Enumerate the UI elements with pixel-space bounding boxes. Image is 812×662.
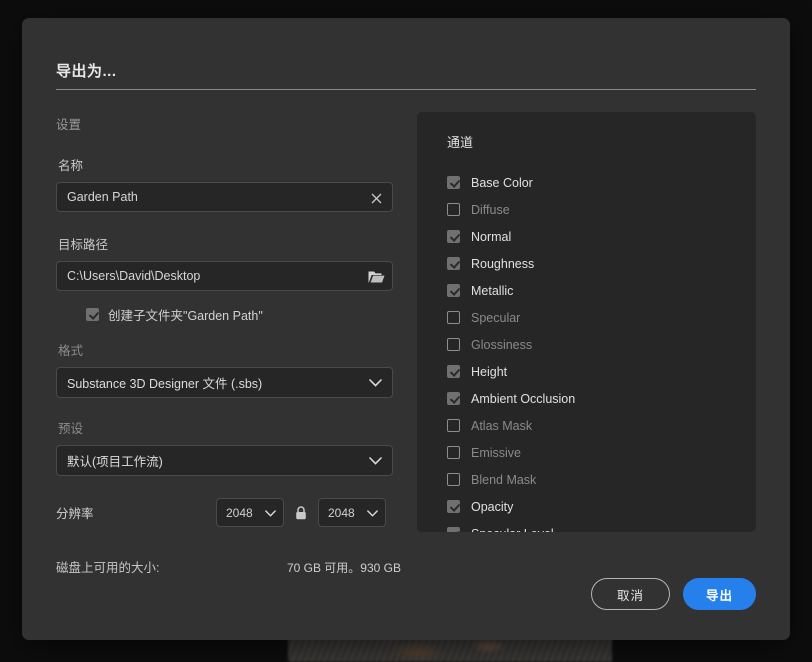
export-as-dialog: 导出为... 设置 名称 Garden Path 目标路径 C:\Users\D…: [22, 18, 790, 640]
chevron-down-icon: [367, 504, 378, 522]
target-path-label: 目标路径: [58, 238, 109, 252]
channel-checkbox[interactable]: [447, 257, 460, 270]
channel-label: Normal: [471, 229, 512, 244]
name-label: 名称: [58, 159, 84, 173]
format-label: 格式: [58, 344, 84, 358]
channel-item[interactable]: Glossiness: [417, 331, 756, 358]
channel-checkbox[interactable]: [447, 365, 460, 378]
channels-list: Base Color Diffuse Normal Roughness Metallic…: [417, 169, 756, 532]
channel-item[interactable]: Emissive: [417, 439, 756, 466]
settings-column: 设置 名称 Garden Path 目标路径 C:\Users\David\De…: [56, 114, 401, 576]
channel-item[interactable]: Height: [417, 358, 756, 385]
dialog-title: 导出为...: [56, 63, 117, 80]
export-button[interactable]: 导出: [683, 578, 756, 610]
resolution-height-dropdown[interactable]: 2048: [318, 498, 386, 527]
channels-panel: 通道 Base Color Diffuse Normal Roughness Metal…: [417, 112, 756, 532]
channel-label: Specular: [471, 310, 521, 325]
resolution-width-value: 2048: [226, 505, 253, 520]
channel-label: Emissive: [471, 445, 522, 460]
channel-checkbox[interactable]: [447, 446, 460, 459]
channel-label: Specular Level: [471, 527, 554, 533]
channel-checkbox[interactable]: [447, 500, 460, 513]
channel-label: Ambient Occlusion: [471, 391, 576, 406]
channel-checkbox[interactable]: [447, 473, 460, 486]
format-value: Substance 3D Designer 文件 (.sbs): [67, 377, 263, 391]
chevron-down-icon: [369, 374, 382, 392]
preset-value: 默认(项目工作流): [67, 455, 163, 469]
channel-checkbox[interactable]: [447, 203, 460, 216]
channel-label: Glossiness: [471, 337, 533, 352]
format-dropdown[interactable]: Substance 3D Designer 文件 (.sbs): [56, 367, 393, 398]
preset-dropdown[interactable]: 默认(项目工作流): [56, 445, 393, 476]
preset-label: 预设: [58, 422, 84, 436]
channel-item[interactable]: Atlas Mask: [417, 412, 756, 439]
channel-checkbox[interactable]: [447, 527, 460, 532]
channel-checkbox[interactable]: [447, 176, 460, 189]
channel-label: Height: [471, 364, 508, 379]
channel-item[interactable]: Roughness: [417, 250, 756, 277]
channel-item[interactable]: Opacity: [417, 493, 756, 520]
settings-heading: 设置: [56, 118, 82, 132]
resolution-height-value: 2048: [328, 505, 355, 520]
title-divider: [56, 89, 756, 90]
dialog-footer: 取消 导出: [591, 578, 756, 610]
target-path-value: C:\Users\David\Desktop: [67, 269, 201, 283]
cancel-button[interactable]: 取消: [591, 578, 670, 610]
resolution-label: 分辨率: [56, 507, 94, 521]
channel-item[interactable]: Metallic: [417, 277, 756, 304]
channel-item[interactable]: Blend Mask: [417, 466, 756, 493]
resolution-width-dropdown[interactable]: 2048: [216, 498, 284, 527]
chevron-down-icon: [369, 452, 382, 470]
channel-label: Atlas Mask: [471, 418, 533, 433]
create-subfolder-label: 创建子文件夹"Garden Path": [108, 309, 263, 323]
channel-label: Roughness: [471, 256, 535, 271]
channel-label: Blend Mask: [471, 472, 537, 487]
channel-checkbox[interactable]: [447, 311, 460, 324]
channel-label: Base Color: [471, 175, 533, 190]
disk-size-label: 磁盘上可用的大小:: [56, 561, 160, 575]
channel-label: Opacity: [471, 499, 514, 514]
channel-checkbox[interactable]: [447, 230, 460, 243]
name-field[interactable]: Garden Path: [56, 182, 393, 212]
create-subfolder-row[interactable]: 创建子文件夹"Garden Path": [86, 305, 401, 324]
channel-label: Metallic: [471, 283, 514, 298]
channel-item[interactable]: Specular: [417, 304, 756, 331]
folder-icon[interactable]: [364, 265, 388, 289]
disk-size-row: 磁盘上可用的大小: 70 GB 可用。930 GB: [56, 557, 401, 576]
clear-name-icon[interactable]: [364, 186, 388, 210]
channel-checkbox[interactable]: [447, 392, 460, 405]
channel-checkbox[interactable]: [447, 419, 460, 432]
resolution-row: 分辨率 2048 2048: [56, 498, 401, 527]
channel-item[interactable]: Specular Level: [417, 520, 756, 532]
channel-item[interactable]: Normal: [417, 223, 756, 250]
chevron-down-icon: [265, 504, 276, 522]
create-subfolder-checkbox[interactable]: [86, 308, 99, 321]
channel-label: Diffuse: [471, 202, 510, 217]
channel-item[interactable]: Ambient Occlusion: [417, 385, 756, 412]
lock-closed-icon[interactable]: [295, 505, 307, 520]
disk-size-value: 70 GB 可用。930 GB: [286, 561, 401, 575]
channels-title: 通道: [447, 135, 474, 150]
channel-item[interactable]: Diffuse: [417, 196, 756, 223]
target-path-field[interactable]: C:\Users\David\Desktop: [56, 261, 393, 291]
channel-checkbox[interactable]: [447, 338, 460, 351]
name-value: Garden Path: [67, 190, 138, 204]
channel-item[interactable]: Base Color: [417, 169, 756, 196]
channel-checkbox[interactable]: [447, 284, 460, 297]
